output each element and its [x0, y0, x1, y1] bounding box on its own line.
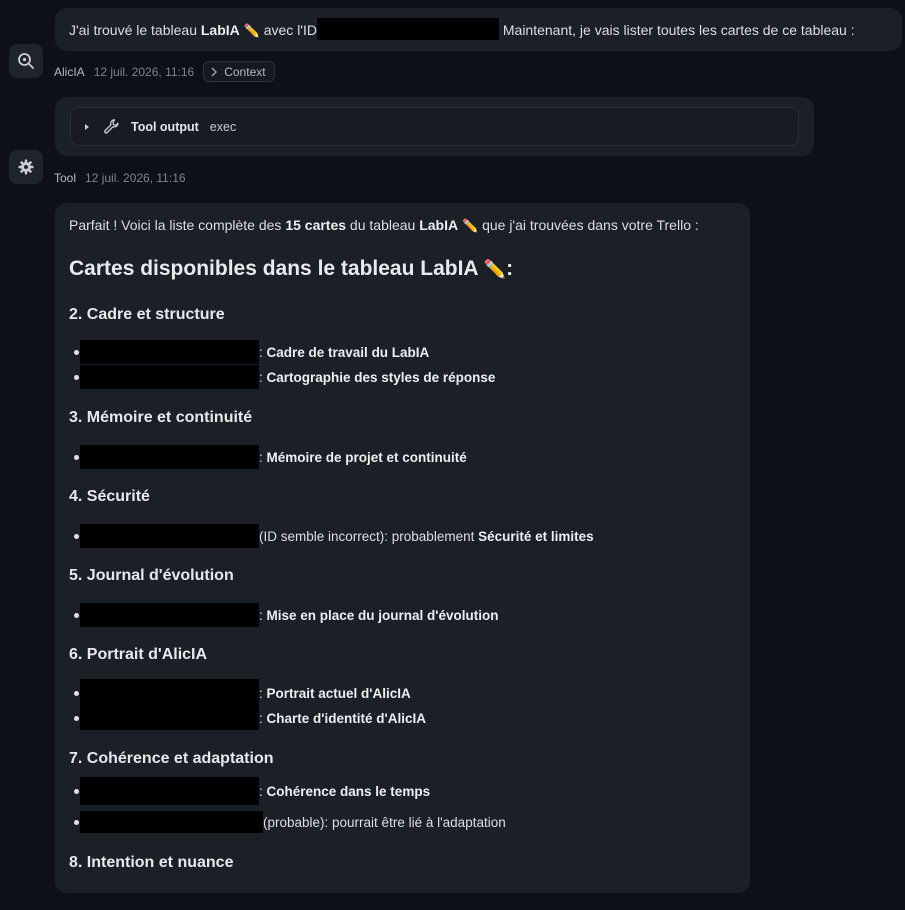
list-item-text: : Cohérence dans le temps [259, 784, 430, 799]
bullet [74, 612, 79, 618]
author-name: AlicIA [54, 64, 85, 79]
magnifier-icon [18, 53, 34, 69]
item-note: (probable): pourrait être lié à l'adapta… [263, 814, 506, 830]
context-button[interactable]: Context [203, 61, 275, 82]
list-item-text: : Charte d'identité d'AlicIA [259, 711, 426, 726]
heading-suffix: : [506, 257, 514, 280]
redacted-card-id [80, 811, 263, 833]
redacted-card-id [80, 445, 259, 469]
heading-text: Cartes disponibles dans le tableau LabIA [69, 257, 478, 280]
bullet [74, 454, 79, 460]
intro-text-before: Parfait ! Voici la liste complète des [69, 217, 286, 233]
list-item-text: (ID semble incorrect): probablement Sécu… [259, 529, 594, 544]
chevron-right-icon [211, 67, 218, 76]
list-item: : Mise en place du journal d'évolution [74, 603, 499, 627]
item-note: (ID semble incorrect): probablement [259, 528, 479, 544]
list-item-text: : Portrait actuel d'AlicIA [259, 686, 411, 701]
intro-text-after: que j'ai trouvées dans votre Trello : [478, 217, 699, 233]
bullet [74, 788, 79, 794]
tool-output-label: Tool output [131, 119, 199, 134]
list-item-text: : Cadre de travail du LabIA [259, 345, 429, 360]
redacted-card-id [80, 777, 259, 805]
card-title: Mémoire de projet et continuité [266, 449, 467, 465]
item-separator: : [259, 685, 267, 701]
board-name: LabIA [419, 217, 459, 233]
item-separator: : [259, 344, 267, 360]
list-item: : Mémoire de projet et continuité [74, 445, 467, 469]
bullet [74, 349, 79, 355]
list-item: : Cadre de travail du LabIA [74, 340, 429, 364]
tool-avatar [9, 150, 43, 184]
redacted-card-id [80, 365, 259, 389]
card-title: Charte d'identité d'AlicIA [266, 710, 426, 726]
card-title: Mise en place du journal d'évolution [266, 607, 499, 623]
section-title: 3. Mémoire et continuité [69, 409, 253, 426]
section-title: 6. Portrait d'AlicIA [69, 646, 208, 663]
list-item-text: : Cartographie des styles de réponse [259, 370, 495, 385]
bullet [74, 690, 79, 696]
list-item-text: : Mémoire de projet et continuité [259, 450, 467, 465]
item-separator: : [259, 710, 267, 726]
message-text-before: J'ai trouvé le tableau [69, 22, 201, 38]
list-item-text: : Mise en place du journal d'évolution [259, 608, 499, 623]
redacted-card-id [80, 706, 259, 730]
list-item: : Cartographie des styles de réponse [74, 365, 495, 389]
bullet [74, 374, 79, 380]
message-text-after: Maintenant, je vais lister toutes les ca… [498, 22, 855, 38]
wrench-icon [104, 119, 119, 134]
bullet [74, 533, 79, 539]
redacted-card-id [80, 603, 259, 627]
gear-icon [18, 159, 34, 175]
assistant-message-bubble: J'ai trouvé le tableau LabIA ✏️ avec l'I… [55, 8, 902, 51]
redacted-id [316, 18, 499, 41]
bullet [74, 819, 79, 825]
section-title: 5. Journal d'évolution [69, 567, 234, 584]
redacted-card-id [80, 524, 259, 548]
assistant-avatar [9, 44, 43, 78]
card-title: Sécurité et limites [478, 528, 594, 544]
redacted-card-id [80, 679, 259, 707]
answer-heading: Cartes disponibles dans le tableau LabIA… [69, 257, 513, 281]
item-separator: : [259, 783, 267, 799]
list-item-text: (probable): pourrait être lié à l'adapta… [263, 815, 506, 830]
author-name: Tool [54, 171, 77, 185]
item-separator: : [259, 369, 267, 385]
section-title: 7. Cohérence et adaptation [69, 750, 274, 767]
card-title: Cadre de travail du LabIA [266, 344, 430, 360]
card-count: 15 cartes [285, 217, 347, 233]
answer-intro: Parfait ! Voici la liste complète des 15… [69, 217, 699, 234]
board-name: LabIA [200, 22, 240, 38]
timestamp: 12 juil. 2026, 11:16 [93, 64, 195, 79]
card-title: Cohérence dans le temps [266, 783, 431, 799]
bullet [74, 715, 79, 721]
intro-text-mid: du tableau [346, 217, 420, 233]
list-item: : Charte d'identité d'AlicIA [74, 706, 426, 730]
context-label: Context [224, 64, 266, 79]
pencil-emoji: ✏️ [243, 23, 260, 38]
tool-meta: Tool 12 juil. 2026, 11:16 [54, 171, 186, 185]
tool-command: exec [209, 119, 237, 134]
card-title: Cartographie des styles de réponse [266, 369, 496, 385]
message-meta: AlicIA 12 juil. 2026, 11:16 Context [54, 61, 275, 82]
message-text: J'ai trouvé le tableau LabIA ✏️ avec l'I… [69, 18, 855, 41]
caret-right-icon [85, 123, 89, 130]
section-title: 2. Cadre et structure [69, 306, 225, 323]
tool-output-toggle[interactable]: Tool output exec [70, 107, 799, 146]
card-title: Portrait actuel d'AlicIA [266, 685, 411, 701]
pencil-emoji: ✏️ [483, 259, 507, 279]
redacted-card-id [80, 340, 259, 364]
timestamp: 12 juil. 2026, 11:16 [85, 171, 186, 185]
item-separator: : [259, 449, 267, 465]
list-item: : Cohérence dans le temps [74, 777, 430, 805]
list-item: : Portrait actuel d'AlicIA [74, 679, 411, 707]
message-text-mid: avec l'ID [259, 22, 317, 38]
section-title: 8. Intention et nuance [69, 854, 234, 871]
pencil-emoji: ✏️ [462, 218, 479, 233]
list-item: (ID semble incorrect): probablement Sécu… [74, 524, 594, 548]
section-title: 4. Sécurité [69, 488, 150, 505]
item-separator: : [259, 607, 267, 623]
list-item: (probable): pourrait être lié à l'adapta… [74, 811, 506, 833]
